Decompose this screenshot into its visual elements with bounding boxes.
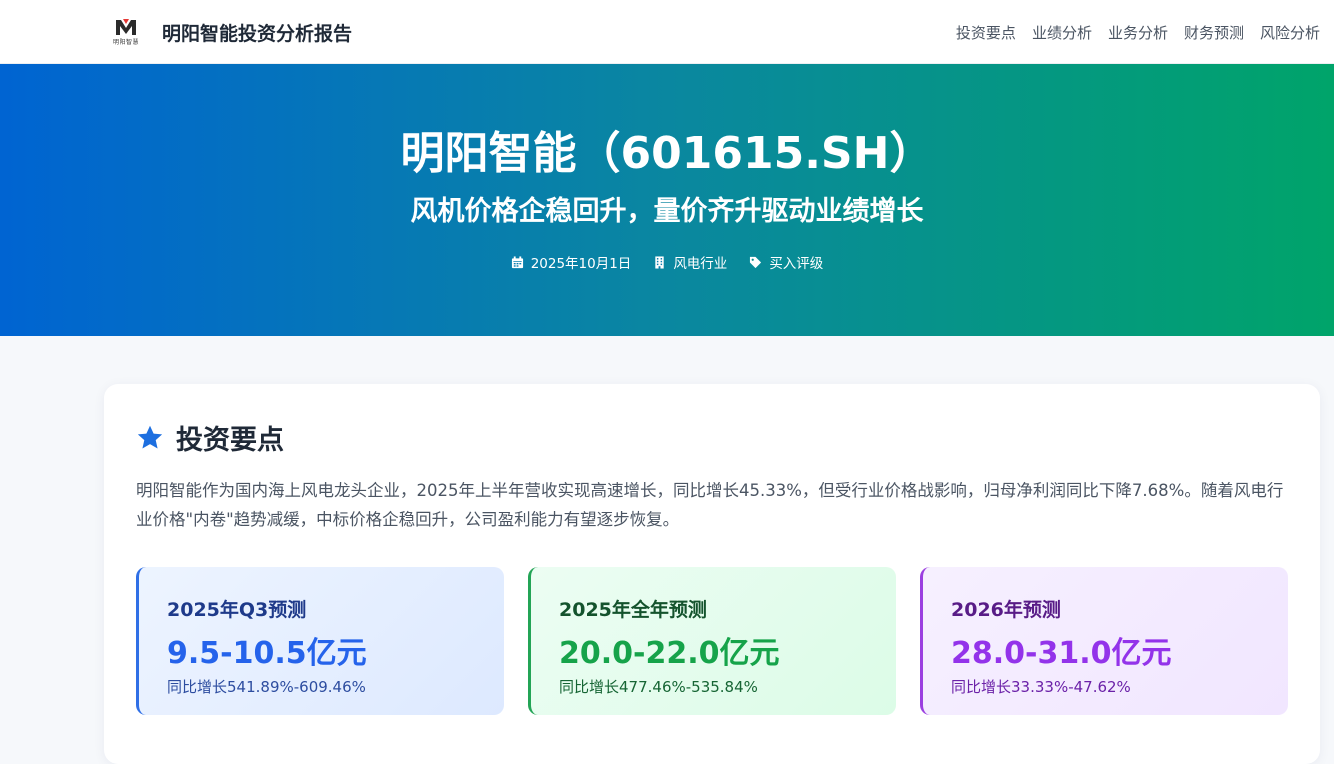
nav-business-analysis[interactable]: 业务分析 — [1108, 22, 1168, 43]
section-header: 投资要点 — [136, 418, 284, 457]
summary-paragraph: 明阳智能作为国内海上风电龙头企业，2025年上半年营收实现高速增长，同比增长45… — [136, 481, 1284, 529]
section-title: 投资要点 — [176, 425, 284, 456]
meta-industry-text: 风电行业 — [673, 256, 728, 272]
report-meta: 2025年10月1日 风电行业 买入评级 — [0, 252, 1334, 272]
logo-text: 明阳智慧 — [112, 39, 139, 46]
nav-risk-analysis[interactable]: 风险分析 — [1260, 22, 1320, 43]
nav-investment-highlights[interactable]: 投资要点 — [956, 22, 1016, 43]
forecast-value: 9.5-10.5亿元 — [167, 636, 367, 671]
meta-date: 2025年10月1日 — [511, 252, 632, 272]
hero-subtitle: 风机价格企稳回升，量价齐升驱动业绩增长 — [410, 196, 924, 227]
nav-performance-analysis[interactable]: 业绩分析 — [1032, 22, 1092, 43]
main-nav: 投资要点 业绩分析 业务分析 财务预测 风险分析 — [956, 0, 1320, 64]
meta-rating: 买入评级 — [749, 252, 823, 272]
company-logo: 明阳智慧 — [106, 12, 146, 52]
meta-industry: 风电行业 — [653, 252, 727, 272]
brand[interactable]: 明阳智慧 明阳智能投资分析报告 — [106, 12, 352, 52]
forecast-cards: 2025年Q3预测 9.5-10.5亿元 同比增长541.89%-609.46%… — [136, 567, 1288, 715]
forecast-card-2025-q3: 2025年Q3预测 9.5-10.5亿元 同比增长541.89%-609.46% — [136, 567, 504, 715]
top-navigation-bar: 明阳智慧 明阳智能投资分析报告 投资要点 业绩分析 业务分析 财务预测 风险分析 — [0, 0, 1334, 64]
tag-icon — [750, 256, 762, 268]
forecast-label: 2025年全年预测 — [559, 599, 707, 621]
forecast-growth: 同比增长477.46%-535.84% — [559, 678, 758, 696]
forecast-growth: 同比增长541.89%-609.46% — [167, 678, 366, 696]
meta-rating-text: 买入评级 — [769, 256, 824, 272]
forecast-label: 2026年预测 — [951, 599, 1061, 621]
meta-date-text: 2025年10月1日 — [530, 256, 632, 272]
forecast-value: 20.0-22.0亿元 — [559, 636, 780, 671]
forecast-card-2025-full-year: 2025年全年预测 20.0-22.0亿元 同比增长477.46%-535.84… — [528, 567, 896, 715]
forecast-value: 28.0-31.0亿元 — [951, 636, 1172, 671]
logo-m-icon — [116, 19, 136, 35]
investment-highlights-card: 投资要点 明阳智能作为国内海上风电龙头企业，2025年上半年营收实现高速增长，同… — [104, 384, 1320, 764]
nav-financial-forecast[interactable]: 财务预测 — [1184, 22, 1244, 43]
hero-title: 明阳智能（601615.SH） — [400, 128, 934, 179]
forecast-card-2026: 2026年预测 28.0-31.0亿元 同比增长33.33%-47.62% — [920, 567, 1288, 715]
forecast-label: 2025年Q3预测 — [167, 599, 307, 621]
hero-banner: 明阳智能（601615.SH） 风机价格企稳回升，量价齐升驱动业绩增长 2025… — [0, 64, 1334, 336]
star-icon — [137, 425, 163, 448]
forecast-growth: 同比增长33.33%-47.62% — [951, 678, 1131, 696]
building-icon — [655, 255, 664, 269]
site-title: 明阳智能投资分析报告 — [162, 22, 353, 45]
calendar-icon — [511, 255, 523, 268]
